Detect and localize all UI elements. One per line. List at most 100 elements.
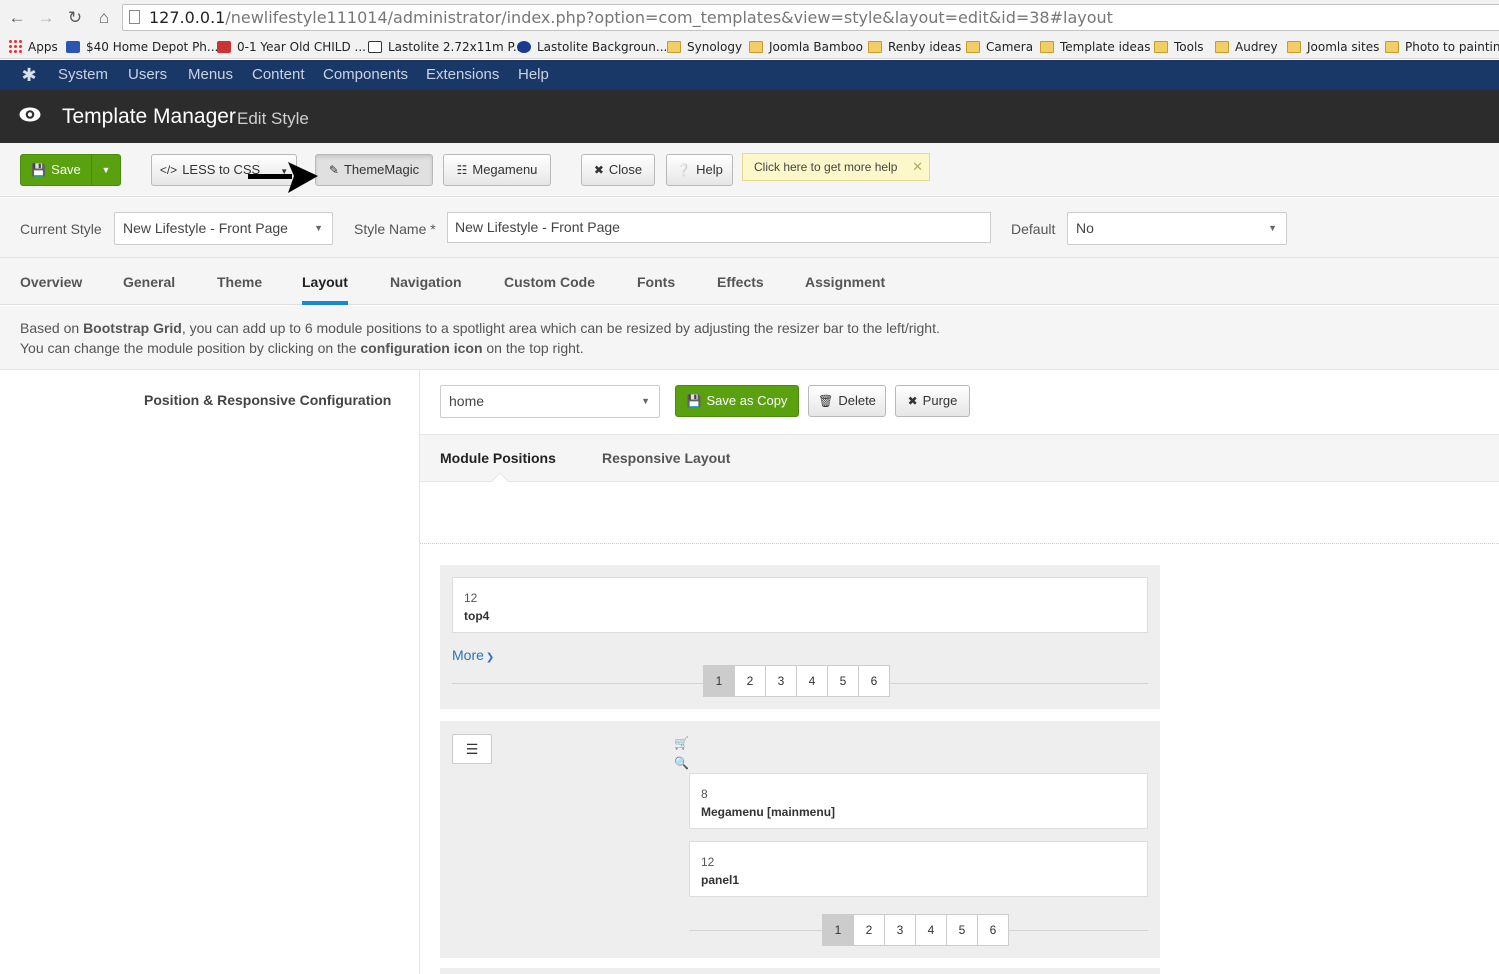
- pager-option[interactable]: 2: [853, 914, 885, 946]
- page-header: Template Manager Edit Style: [0, 90, 1499, 143]
- save-as-copy-button[interactable]: 💾 Save as Copy: [675, 385, 799, 417]
- pager-option[interactable]: 1: [822, 914, 854, 946]
- menu-extensions[interactable]: Extensions: [426, 66, 499, 83]
- style-name-input[interactable]: New Lifestyle - Front Page: [447, 212, 991, 243]
- folder-icon: [667, 41, 681, 53]
- reload-icon[interactable]: ↻: [64, 7, 86, 29]
- bookmark-lastolite-2[interactable]: Lastolite Backgroun...: [517, 38, 667, 56]
- pager-option[interactable]: 4: [796, 665, 828, 697]
- pager-option[interactable]: 4: [915, 914, 947, 946]
- pager-option[interactable]: 5: [946, 914, 978, 946]
- info-line-1: Based on Bootstrap Grid, you can add up …: [20, 320, 940, 336]
- list-config-button[interactable]: ☰: [452, 734, 492, 764]
- page-title: Template Manager: [62, 105, 236, 128]
- module-width: 12: [701, 855, 715, 869]
- folder-icon: [1287, 41, 1301, 53]
- question-circle-icon: ❔: [676, 163, 692, 177]
- tab-theme[interactable]: Theme: [217, 274, 262, 290]
- folder-icon: [1385, 41, 1399, 53]
- bookmark-joomla-sites[interactable]: Joomla sites: [1287, 38, 1379, 56]
- help-tooltip: Click here to get more help ✕: [742, 153, 930, 181]
- purge-button[interactable]: ✖ Purge: [895, 385, 970, 417]
- column-count-pager: 1 2 3 4 5 6: [822, 914, 1009, 946]
- pager-option[interactable]: 3: [884, 914, 916, 946]
- pager-option[interactable]: 5: [827, 665, 859, 697]
- tab-effects[interactable]: Effects: [717, 274, 764, 290]
- module-position-top4[interactable]: 12 top4: [452, 577, 1148, 633]
- tab-fonts[interactable]: Fonts: [637, 274, 675, 290]
- spotlight-block-next: [440, 968, 1160, 974]
- page-icon: [129, 10, 140, 24]
- tab-module-positions[interactable]: Module Positions: [440, 450, 556, 466]
- folder-icon: [749, 41, 763, 53]
- bookmark-tools[interactable]: Tools: [1154, 38, 1204, 56]
- tab-overview[interactable]: Overview: [20, 274, 82, 290]
- bookmark-home-depot[interactable]: $40 Home Depot Ph...: [66, 38, 218, 56]
- tab-responsive-layout[interactable]: Responsive Layout: [602, 450, 730, 466]
- thememagic-button[interactable]: ✎ ThemeMagic: [315, 154, 433, 186]
- pager-option[interactable]: 3: [765, 665, 797, 697]
- folder-icon: [868, 41, 882, 53]
- cart-icon[interactable]: 🛒: [674, 736, 689, 750]
- bookmark-photo-to-painting[interactable]: Photo to painting: [1385, 38, 1499, 56]
- module-width: 8: [701, 787, 708, 801]
- menu-content[interactable]: Content: [252, 66, 305, 83]
- forward-arrow-icon[interactable]: →: [35, 7, 57, 29]
- bookmark-audrey[interactable]: Audrey: [1215, 38, 1278, 56]
- folder-icon: [966, 41, 980, 53]
- position-config-label: Position & Responsive Configuration: [144, 392, 392, 408]
- module-width: 12: [464, 591, 478, 605]
- joomla-logo-icon[interactable]: ✱: [20, 66, 38, 84]
- module-position-megamenu[interactable]: 8 Megamenu [mainmenu]: [689, 773, 1148, 829]
- module-name: top4: [464, 609, 490, 623]
- settings-tabs: Overview General Theme Layout Navigation…: [0, 258, 1499, 305]
- bookmark-joomla-bamboo[interactable]: Joomla Bamboo: [749, 38, 863, 56]
- save-dropdown-toggle[interactable]: ▼: [91, 154, 121, 186]
- tab-navigation[interactable]: Navigation: [390, 274, 462, 290]
- search-icon[interactable]: 🔍: [674, 756, 689, 770]
- close-button[interactable]: ✖ Close: [581, 154, 655, 186]
- pager-option[interactable]: 2: [734, 665, 766, 697]
- address-bar[interactable]: 127.0.0.1/newlifestyle111014/administrat…: [122, 4, 1499, 31]
- pager-option[interactable]: 6: [977, 914, 1009, 946]
- more-link[interactable]: More ❯: [452, 647, 494, 663]
- tab-assignment[interactable]: Assignment: [805, 274, 885, 290]
- module-position-panel1[interactable]: 12 panel1: [689, 841, 1148, 897]
- divider: [420, 543, 1499, 544]
- menu-system[interactable]: System: [58, 66, 108, 83]
- tab-general[interactable]: General: [123, 274, 175, 290]
- bookmark-template-ideas[interactable]: Template ideas: [1040, 38, 1151, 56]
- layout-select[interactable]: home ▼: [440, 385, 660, 418]
- bookmark-synology[interactable]: Synology: [667, 38, 742, 56]
- caret-down-icon: ▼: [314, 223, 323, 233]
- bookmark-camera[interactable]: Camera: [966, 38, 1033, 56]
- megamenu-button[interactable]: ☷ Megamenu: [443, 154, 551, 186]
- bookmark-renby-ideas[interactable]: Renby ideas: [868, 38, 961, 56]
- magic-wand-icon: ✎: [328, 163, 339, 177]
- sitemap-icon: ☷: [456, 163, 468, 177]
- home-icon[interactable]: ⌂: [93, 7, 115, 29]
- help-button[interactable]: ❔ Help: [666, 154, 733, 186]
- bookmark-apps[interactable]: Apps: [8, 38, 58, 56]
- list-icon: ☰: [465, 741, 479, 757]
- current-style-select[interactable]: New Lifestyle - Front Page ▼: [114, 212, 333, 245]
- pager-option[interactable]: 6: [858, 665, 890, 697]
- folder-icon: [1154, 41, 1168, 53]
- menu-users[interactable]: Users: [128, 66, 167, 83]
- back-arrow-icon[interactable]: ←: [6, 7, 28, 29]
- pager-option[interactable]: 1: [703, 665, 735, 697]
- default-select[interactable]: No ▼: [1067, 212, 1287, 245]
- bookmark-child[interactable]: 0-1 Year Old CHILD ...: [217, 38, 366, 56]
- menu-components[interactable]: Components: [323, 66, 408, 83]
- tab-layout[interactable]: Layout: [302, 274, 348, 305]
- menu-menus[interactable]: Menus: [188, 66, 233, 83]
- close-tip-icon[interactable]: ✕: [912, 154, 923, 180]
- tab-custom-code[interactable]: Custom Code: [504, 274, 595, 290]
- delete-button[interactable]: 🗑 Delete: [808, 385, 886, 417]
- caret-down-icon: ▼: [101, 165, 111, 175]
- current-style-label: Current Style: [20, 221, 102, 237]
- bookmark-lastolite-1[interactable]: Lastolite 2.72x11m P...: [368, 38, 524, 56]
- save-button[interactable]: 💾 Save: [20, 154, 92, 186]
- caret-down-icon: ▼: [1268, 223, 1277, 233]
- menu-help[interactable]: Help: [518, 66, 549, 83]
